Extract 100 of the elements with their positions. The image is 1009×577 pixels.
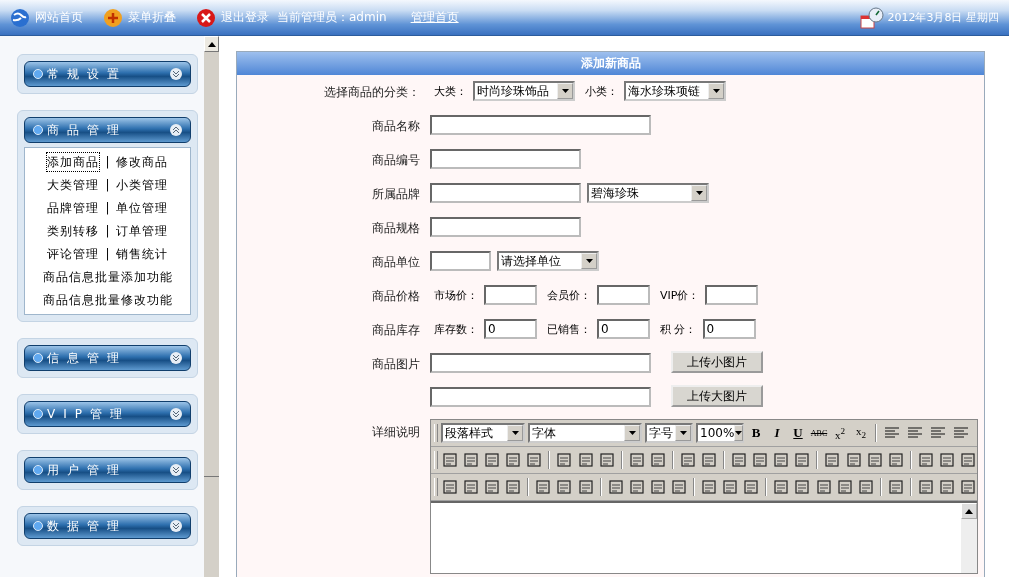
field-label: 商品名称: [371, 118, 420, 135]
input-field[interactable]: 0: [484, 319, 537, 339]
scrollbar[interactable]: [961, 503, 977, 573]
menu-header[interactable]: 用户管理: [24, 457, 191, 483]
separator: |: [105, 201, 110, 215]
menu-header[interactable]: VIP管理: [24, 401, 191, 427]
menu-item[interactable]: 销售统计: [115, 245, 168, 263]
input-field[interactable]: 0: [702, 319, 756, 339]
field-label: 市场价：: [434, 288, 478, 304]
menu-header[interactable]: 信息管理: [24, 345, 191, 371]
menu-item[interactable]: 商品信息批量修改功能: [42, 291, 173, 309]
field-label: 商品编号: [371, 152, 420, 169]
menu-item[interactable]: 类别转移: [47, 222, 100, 240]
panel-title: 添加新商品: [237, 52, 984, 75]
input-field[interactable]: [430, 251, 491, 271]
field-label: 商品价格: [371, 288, 420, 305]
menu-header[interactable]: 商品管理: [24, 117, 191, 143]
input-field[interactable]: [430, 217, 581, 237]
menu-title: 数据管理: [47, 517, 128, 535]
calendar-clock-icon: [859, 6, 884, 29]
scroll-up-icon[interactable]: [961, 503, 977, 519]
menu-item[interactable]: 评论管理: [47, 245, 100, 263]
dropdown[interactable]: 段落样式: [441, 423, 525, 443]
input-field[interactable]: [484, 285, 537, 305]
expand-icon[interactable]: [170, 520, 182, 532]
dot-icon: [33, 125, 43, 135]
dropdown[interactable]: 字体: [528, 423, 642, 443]
format-button[interactable]: x$^{2}$: [831, 425, 849, 441]
input-field[interactable]: [597, 285, 650, 305]
plus-icon: [103, 7, 123, 28]
dropdown[interactable]: 请选择单位: [497, 251, 599, 271]
field-label: 商品库存: [371, 322, 420, 339]
format-button[interactable]: I: [768, 425, 786, 441]
input-field[interactable]: [430, 387, 651, 407]
menu-item[interactable]: 商品信息批量添加功能: [42, 268, 173, 286]
dropdown[interactable]: 海水珍珠项链: [624, 81, 726, 101]
admin-label: 当前管理员：admin: [277, 9, 387, 26]
dropdown[interactable]: 碧海珍珠: [587, 183, 709, 203]
menu-title: 用户管理: [47, 461, 128, 479]
field-label: 选择商品的分类：: [323, 84, 420, 101]
expand-icon[interactable]: [170, 352, 182, 364]
format-button[interactable]: x$_{2}$: [852, 425, 870, 441]
editor-text-area[interactable]: [431, 501, 977, 573]
upload-button[interactable]: 上传小图片: [671, 351, 763, 373]
menu-item[interactable]: 大类管理: [47, 176, 100, 194]
scroll-up-icon[interactable]: [204, 36, 219, 52]
date-label: 2012年3月8日 星期四: [887, 10, 999, 25]
menu-item[interactable]: 单位管理: [115, 199, 168, 217]
menu-item[interactable]: 品牌管理: [47, 199, 100, 217]
format-button[interactable]: U: [789, 425, 807, 441]
dot-icon: [33, 69, 43, 79]
separator: |: [105, 224, 110, 238]
field-label: 已销售：: [547, 322, 591, 338]
close-icon: [196, 7, 216, 28]
field-label: 商品单位: [371, 254, 420, 271]
field-label: 详细说明: [371, 424, 420, 441]
menu-header[interactable]: 常规设置: [24, 61, 191, 87]
upload-button[interactable]: 上传大图片: [671, 385, 763, 407]
input-field[interactable]: [430, 183, 581, 203]
expand-icon[interactable]: [170, 408, 182, 420]
format-button[interactable]: B: [747, 425, 765, 441]
format-button[interactable]: ABC: [810, 428, 828, 438]
dot-icon: [33, 353, 43, 363]
menu-item[interactable]: 添加商品: [47, 153, 100, 171]
dropdown[interactable]: 100%: [696, 423, 744, 443]
field-label: 库存数：: [434, 322, 478, 338]
menu-title: 信息管理: [47, 349, 128, 367]
field-label: VIP价：: [660, 288, 700, 304]
align-left-icon[interactable]: [882, 426, 902, 440]
input-field[interactable]: [705, 285, 759, 305]
field-label: 所属品牌: [371, 186, 420, 203]
menu-title: 商品管理: [47, 121, 128, 139]
dot-icon: [33, 409, 43, 419]
input-field[interactable]: [430, 149, 581, 169]
menu-title: VIP管理: [47, 405, 131, 423]
input-field[interactable]: [430, 115, 651, 135]
field-label: 商品规格: [371, 220, 420, 237]
dropdown[interactable]: 时尚珍珠饰品: [473, 81, 575, 101]
menu-item[interactable]: 修改商品: [115, 153, 168, 171]
field-label: 小类：: [585, 84, 618, 100]
expand-icon[interactable]: [170, 68, 182, 80]
input-field[interactable]: [430, 353, 651, 373]
dropdown[interactable]: 字号: [645, 423, 693, 443]
field-label: 商品图片: [371, 356, 420, 373]
separator: |: [105, 178, 110, 192]
expand-icon[interactable]: [170, 464, 182, 476]
dot-icon: [33, 465, 43, 475]
separator: |: [105, 247, 110, 261]
menu-title: 常规设置: [47, 65, 128, 83]
field-label: 积 分：: [660, 322, 697, 338]
field-label: 大类：: [434, 84, 467, 100]
dot-icon: [33, 521, 43, 531]
menu-item[interactable]: 小类管理: [115, 176, 168, 194]
input-field[interactable]: 0: [597, 319, 650, 339]
field-label: 会员价：: [547, 288, 591, 304]
scrollbar[interactable]: [204, 36, 219, 577]
collapse-icon[interactable]: [170, 124, 182, 136]
menu-header[interactable]: 数据管理: [24, 513, 191, 539]
menu-item[interactable]: 订单管理: [115, 222, 168, 240]
separator: |: [105, 155, 110, 169]
